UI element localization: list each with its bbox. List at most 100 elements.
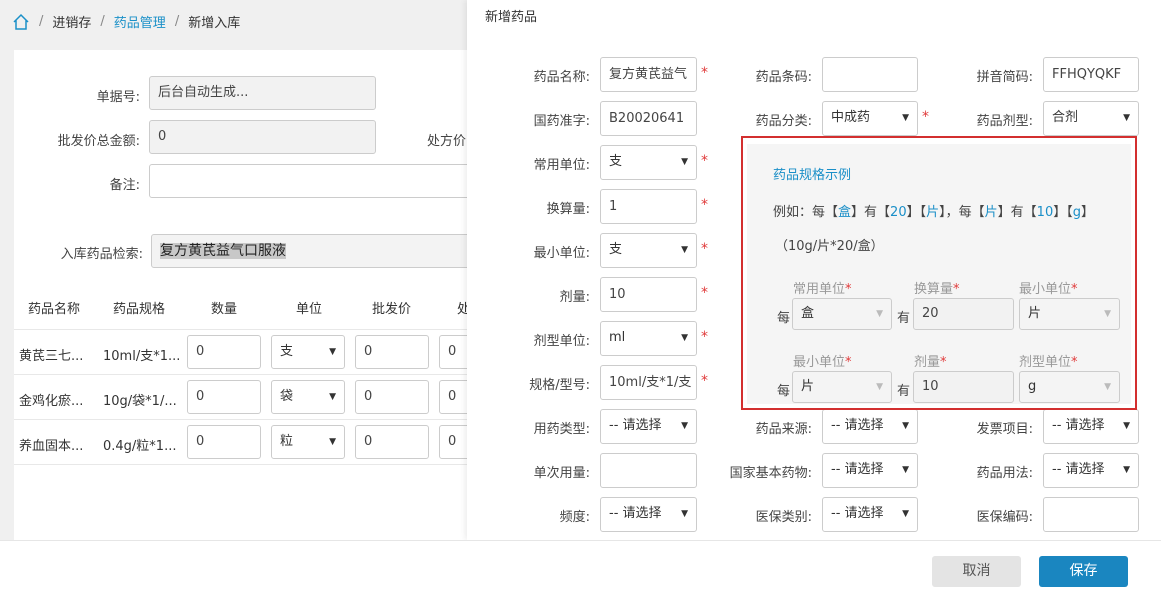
caret-down-icon: ▼ <box>681 509 688 519</box>
frequency-label: 频度: <box>559 510 590 525</box>
example-highlight: 10 <box>1036 205 1054 220</box>
required-mark: * <box>922 109 929 125</box>
divider <box>14 464 470 465</box>
remark-input[interactable] <box>149 164 470 198</box>
row-price-input[interactable]: 0 <box>355 380 429 414</box>
table-header-unit: 单位 <box>296 302 323 317</box>
home-icon[interactable] <box>12 13 30 31</box>
required-mark: * <box>845 282 852 297</box>
spec-example-body: 药品规格示例 例如：每【盒】有【20】【片】，每【片】有【10】【g】 （10g… <box>747 144 1131 404</box>
caret-down-icon: ▼ <box>329 347 336 357</box>
conversion-label: 换算量: <box>546 202 590 217</box>
row-extra-input[interactable]: 0 <box>439 380 470 414</box>
table-header-drug-name: 药品名称 <box>28 302 81 317</box>
caret-down-icon: ▼ <box>1123 113 1130 123</box>
example-min-unit-select: 片 ▼ <box>1019 298 1120 330</box>
example-highlight: 20 <box>890 205 907 220</box>
breadcrumb-separator: / <box>174 14 180 29</box>
usage-type-label: 用药类型: <box>533 422 590 437</box>
row-unit-select[interactable]: 粒 ▼ <box>271 425 345 459</box>
example-each-label: 每 <box>777 311 791 326</box>
example-highlight: 盒 <box>838 205 852 220</box>
example-text: 】 <box>1081 205 1095 220</box>
required-mark: * <box>701 373 708 389</box>
example-dose-unit-select: g ▼ <box>1019 371 1120 403</box>
required-mark: * <box>701 329 708 345</box>
min-unit-value: 支 <box>609 242 623 257</box>
row-quantity-input[interactable]: 0 <box>187 380 261 414</box>
doc-no-field: 后台自动生成... <box>149 76 376 110</box>
insurance-type-select[interactable]: -- 请选择 ▼ <box>822 497 918 532</box>
row-drug-name: 黄芪三七... <box>19 349 84 364</box>
caret-down-icon: ▼ <box>902 421 909 431</box>
pinyin-label: 拼音简码: <box>976 70 1033 85</box>
barcode-input[interactable] <box>822 57 918 92</box>
row-unit-select[interactable]: 支 ▼ <box>271 335 345 369</box>
save-button[interactable]: 保存 <box>1039 556 1128 587</box>
background-page: / 进销存 / 药品管理 / 新增入库 单据号: 后台自动生成... 批发价总金… <box>0 0 470 590</box>
drug-source-label: 药品来源: <box>755 422 812 437</box>
example-highlight: 片 <box>926 205 940 220</box>
required-mark: * <box>701 65 708 81</box>
drug-search-input[interactable]: 复方黄芪益气口服液 <box>151 234 470 268</box>
example-header-text: 最小单位 <box>1019 282 1072 297</box>
insurance-type-value: -- 请选择 <box>831 506 884 521</box>
cancel-button[interactable]: 取消 <box>932 556 1021 587</box>
caret-down-icon: ▼ <box>681 421 688 431</box>
divider <box>14 419 470 420</box>
row-quantity-input[interactable]: 0 <box>187 425 261 459</box>
breadcrumb: / 进销存 / 药品管理 / 新增入库 <box>12 12 240 31</box>
example-min-unit-select-2: 片 ▼ <box>792 371 892 403</box>
single-dose-input[interactable] <box>600 453 697 488</box>
min-unit-select[interactable]: 支 ▼ <box>600 233 697 268</box>
caret-down-icon: ▼ <box>1123 465 1130 475</box>
frequency-select[interactable]: -- 请选择 ▼ <box>600 497 697 532</box>
dose-input[interactable]: 10 <box>600 277 697 312</box>
conversion-input[interactable]: 1 <box>600 189 697 224</box>
drug-usage-select[interactable]: -- 请选择 ▼ <box>1043 453 1139 488</box>
breadcrumb-item-new-stock-in: 新增入库 <box>188 16 241 31</box>
caret-down-icon: ▼ <box>902 113 909 123</box>
barcode-label: 药品条码: <box>755 70 812 85</box>
category-select[interactable]: 中成药 ▼ <box>822 101 918 136</box>
drug-search-selected-text: 复方黄芪益气口服液 <box>160 243 286 259</box>
dose-unit-select[interactable]: ml ▼ <box>600 321 697 356</box>
wholesale-total-label: 批发价总金额: <box>57 134 140 149</box>
min-unit-label: 最小单位: <box>533 246 590 261</box>
drug-name-input[interactable]: 复方黄芪益气 <box>600 57 697 92</box>
row-price-input[interactable]: 0 <box>355 335 429 369</box>
caret-down-icon: ▼ <box>681 157 688 167</box>
required-mark: * <box>845 355 852 370</box>
row-unit-value: 支 <box>280 344 294 359</box>
common-unit-label: 常用单位: <box>533 158 590 173</box>
breadcrumb-separator: / <box>39 14 44 29</box>
row-extra-input[interactable]: 0 <box>439 335 470 369</box>
example-header-text: 剂型单位 <box>1019 355 1072 370</box>
invoice-item-select[interactable]: -- 请选择 ▼ <box>1043 409 1139 444</box>
dosage-form-select[interactable]: 合剂 ▼ <box>1043 101 1139 136</box>
spec-model-input[interactable]: 10ml/支*1/支 <box>600 365 697 400</box>
breadcrumb-item-drug-management[interactable]: 药品管理 <box>114 12 166 31</box>
common-unit-select[interactable]: 支 ▼ <box>600 145 697 180</box>
breadcrumb-separator: / <box>100 14 105 29</box>
spec-model-label: 规格/型号: <box>529 378 590 393</box>
row-quantity-input[interactable]: 0 <box>187 335 261 369</box>
row-drug-spec: 10g/袋*1/... <box>103 394 177 409</box>
example-text: 】，每【 <box>939 205 985 220</box>
essential-drug-label: 国家基本药物: <box>729 466 812 481</box>
required-mark: * <box>1071 355 1078 370</box>
breadcrumb-item-inventory[interactable]: 进销存 <box>52 12 91 31</box>
example-text: 例如：每【 <box>773 205 839 220</box>
pinyin-input[interactable]: FFHQYQKF <box>1043 57 1139 92</box>
divider <box>14 329 470 330</box>
essential-drug-select[interactable]: -- 请选择 ▼ <box>822 453 918 488</box>
row-drug-name: 养血固本... <box>19 439 84 454</box>
insurance-code-input[interactable] <box>1043 497 1139 532</box>
usage-type-select[interactable]: -- 请选择 ▼ <box>600 409 697 444</box>
row-drug-name: 金鸡化瘀... <box>19 394 84 409</box>
row-unit-select[interactable]: 袋 ▼ <box>271 380 345 414</box>
approval-no-input[interactable]: B20020641 <box>600 101 697 136</box>
row-extra-input[interactable]: 0 <box>439 425 470 459</box>
drug-source-select[interactable]: -- 请选择 ▼ <box>822 409 918 444</box>
row-price-input[interactable]: 0 <box>355 425 429 459</box>
